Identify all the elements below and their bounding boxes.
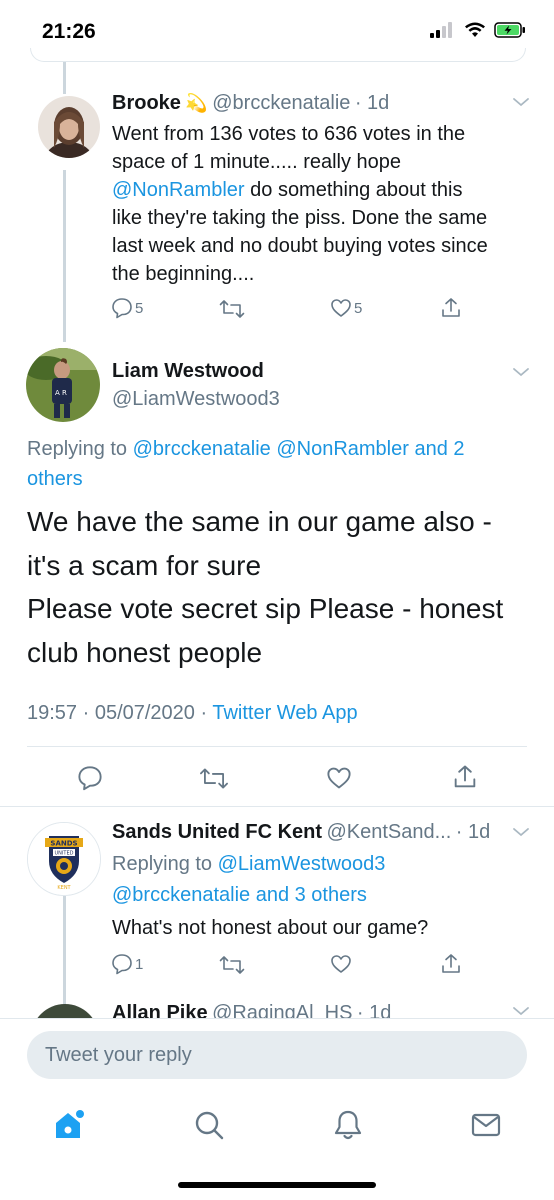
tweet-age: · 1d	[356, 1002, 392, 1018]
home-icon	[56, 1110, 84, 1138]
tweet-text: What's not honest about our game?	[112, 917, 429, 939]
display-name[interactable]: Brooke	[112, 92, 181, 114]
tweet-reply-input[interactable]: Tweet your reply	[27, 1031, 527, 1079]
svg-text:A R: A R	[55, 389, 67, 397]
tab-home[interactable]	[52, 1108, 86, 1147]
avatar-sands-united[interactable]: SANDS UNITED KENT	[27, 822, 101, 896]
share-icon[interactable]	[451, 763, 479, 791]
share-icon[interactable]	[439, 296, 463, 320]
reply-count: 1	[135, 955, 144, 973]
reply-icon[interactable]	[77, 765, 103, 791]
chevron-down-icon[interactable]	[512, 1005, 530, 1017]
badge-mid-text: UNITED	[55, 851, 74, 857]
tweet-header: Brooke 💫 @brcckenatalie · 1d	[112, 92, 389, 115]
home-indicator[interactable]	[178, 1182, 376, 1188]
tweet-allan-pike[interactable]: Allan Pike @RagingAl_HS · 1d	[0, 990, 554, 1018]
emoji: 💫	[185, 93, 208, 113]
like-icon[interactable]	[326, 765, 352, 791]
focused-tweet-text: We have the same in our game also - it's…	[27, 500, 537, 674]
replying-prefix: Replying to	[112, 853, 218, 875]
tweet-header: Sands United FC Kent @KentSand... · 1d	[112, 821, 490, 844]
previous-tweet-edge	[30, 48, 526, 62]
retweet-icon[interactable]	[219, 954, 245, 976]
display-name[interactable]: Sands United FC Kent	[112, 821, 322, 843]
reply-count: 5	[135, 299, 144, 317]
replying-to: Replying to @LiamWestwood3 @brcckenatali…	[112, 849, 385, 911]
tweet-line: like they're taking the piss. Done the s…	[112, 207, 488, 229]
divider	[27, 746, 527, 747]
tweet-age: · 1d	[354, 92, 390, 114]
replying-to: Replying to @brcckenatalie @NonRambler a…	[27, 434, 527, 494]
display-name[interactable]: Allan Pike	[112, 1002, 208, 1018]
reply-icon	[112, 954, 132, 975]
tweet-line: the beginning....	[112, 263, 255, 285]
like-button[interactable]: 5	[330, 297, 362, 319]
like-count: 5	[354, 299, 363, 317]
badge-bottom-text: KENT	[57, 885, 71, 891]
chevron-down-icon[interactable]	[512, 366, 530, 378]
replying-others-link[interactable]: @brcckenatalie and 3 others	[112, 884, 367, 906]
reply-button[interactable]: 5	[111, 297, 143, 319]
replying-handles-link[interactable]: @brcckenatalie @NonRambler and 2	[133, 438, 465, 460]
reply-button[interactable]: 1	[111, 953, 143, 975]
handle[interactable]: @KentSand...	[326, 821, 451, 843]
handle[interactable]: @LiamWestwood3	[112, 388, 280, 411]
retweet-icon[interactable]	[219, 298, 245, 320]
replying-handle-link[interactable]: @LiamWestwood3	[218, 853, 386, 875]
avatar-brooke[interactable]	[38, 96, 100, 158]
badge-top-text: SANDS	[50, 840, 77, 848]
wifi-icon	[465, 22, 485, 37]
thread-line	[63, 170, 66, 342]
divider	[0, 806, 554, 807]
chevron-down-icon[interactable]	[512, 826, 530, 838]
reply-bar: Tweet your reply	[0, 1018, 554, 1100]
tweet-line: Went from 136 votes to 636 votes in the	[112, 123, 466, 145]
replying-others-link[interactable]: others	[27, 468, 83, 490]
tweet-line: club honest people	[27, 636, 263, 668]
avatar-liam-westwood[interactable]: A R	[26, 348, 100, 422]
tab-messages[interactable]	[469, 1108, 503, 1147]
tweet-line: last week and no doubt buying votes sinc…	[112, 235, 488, 257]
replying-prefix: Replying to	[27, 438, 133, 460]
tweet-meta: 19:57 · 05/07/2020 · Twitter Web App	[27, 702, 358, 725]
tweet-line: space of 1 minute..... really hope	[112, 151, 402, 173]
tab-search[interactable]	[192, 1108, 226, 1147]
tweet-line: @NonRambler do something about this	[112, 176, 532, 204]
tab-notifications[interactable]	[331, 1108, 365, 1147]
battery-charging-icon	[494, 22, 525, 38]
thread-line	[63, 62, 66, 94]
like-icon	[331, 299, 351, 317]
mention-link[interactable]: @NonRambler	[112, 179, 245, 201]
tweet-header: Allan Pike @RagingAl_HS · 1d	[112, 1002, 391, 1018]
tweet-text: Went from 136 votes to 636 votes in the …	[112, 120, 532, 288]
retweet-icon[interactable]	[199, 766, 229, 791]
status-time: 21:26	[42, 20, 96, 43]
like-icon[interactable]	[330, 953, 352, 975]
tweet-line-rest: do something about this	[244, 179, 463, 201]
timestamp: 19:57 · 05/07/2020 ·	[27, 702, 208, 724]
notifications-icon	[334, 1110, 362, 1140]
cellular-signal-icon	[430, 22, 452, 38]
share-icon[interactable]	[439, 952, 463, 976]
tweet-age: · 1d	[455, 821, 491, 843]
source-link[interactable]: Twitter Web App	[212, 702, 357, 724]
tweet-line: Please vote secret sip Please - honest	[27, 593, 504, 624]
avatar-allan-pike[interactable]	[31, 1004, 99, 1018]
search-icon	[195, 1111, 224, 1140]
status-icons	[430, 22, 526, 38]
reply-icon	[112, 298, 132, 319]
handle[interactable]: @brcckenatalie	[212, 92, 350, 114]
display-name[interactable]: Liam Westwood	[112, 360, 264, 383]
chevron-down-icon[interactable]	[512, 96, 530, 108]
tweet-line: it's a scam for sure	[27, 549, 262, 581]
tweet-line: We have the same in our game also -	[27, 506, 492, 537]
messages-icon	[471, 1113, 501, 1137]
handle[interactable]: @RagingAl_HS	[212, 1002, 352, 1018]
